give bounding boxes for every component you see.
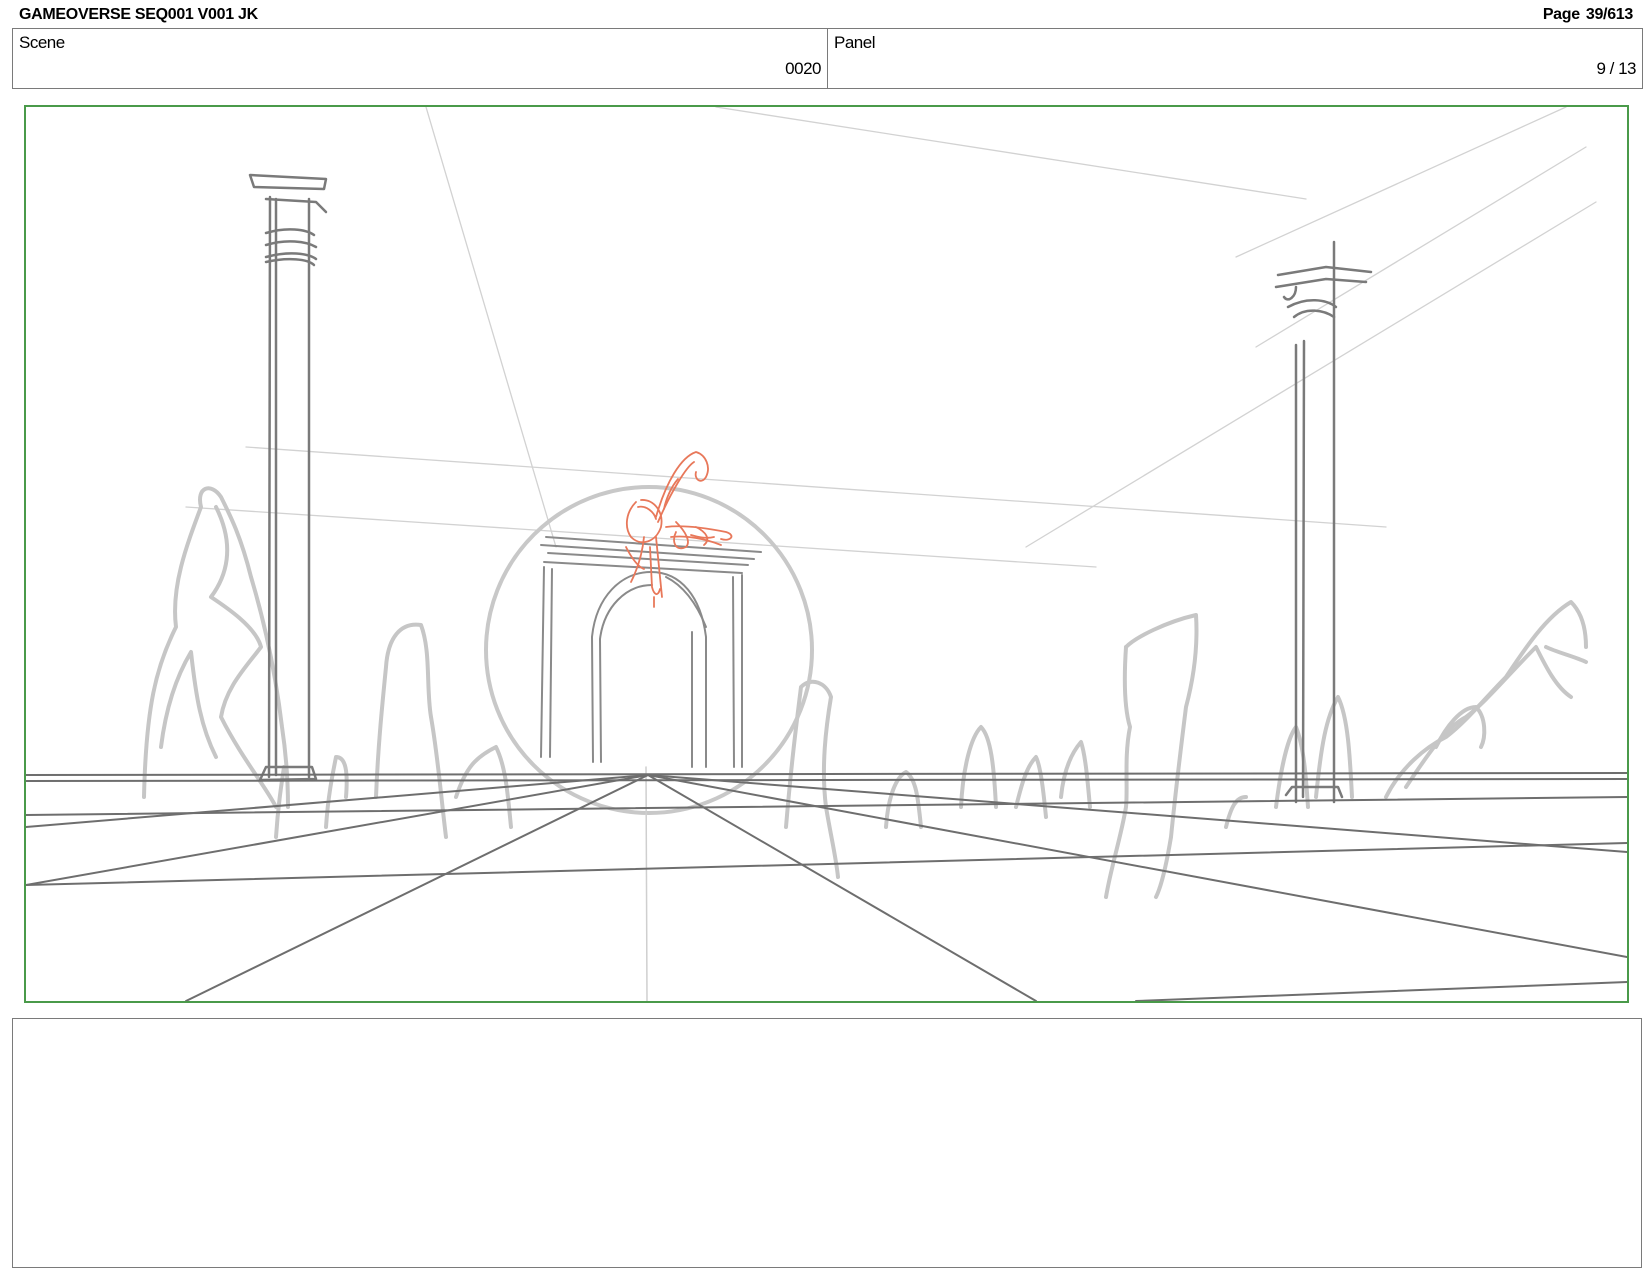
scene-label: Scene bbox=[19, 33, 65, 52]
page-indicator: Page 39/613 bbox=[1543, 6, 1633, 24]
page-number: 39/613 bbox=[1585, 6, 1633, 23]
background-rocks bbox=[142, 486, 1588, 899]
notes-box bbox=[12, 1018, 1642, 1268]
left-column bbox=[248, 173, 328, 782]
storyboard-sketch bbox=[26, 107, 1627, 1001]
floor-perspective-lines bbox=[26, 772, 1627, 1001]
panel-label: Panel bbox=[834, 33, 875, 52]
panel-box: Panel 9 / 13 bbox=[827, 28, 1643, 89]
portal-circle-and-arch bbox=[484, 485, 814, 1001]
storyboard-panel-frame bbox=[24, 105, 1629, 1003]
page-label: Page bbox=[1542, 6, 1580, 23]
panel-number: 9 / 13 bbox=[1596, 59, 1636, 78]
sky-perspective-lines bbox=[185, 107, 1597, 568]
document-title: GAMEOVERSE SEQ001 V001 JK bbox=[19, 6, 258, 23]
scene-number: 0020 bbox=[785, 59, 821, 78]
scene-box: Scene 0020 bbox=[12, 28, 828, 89]
